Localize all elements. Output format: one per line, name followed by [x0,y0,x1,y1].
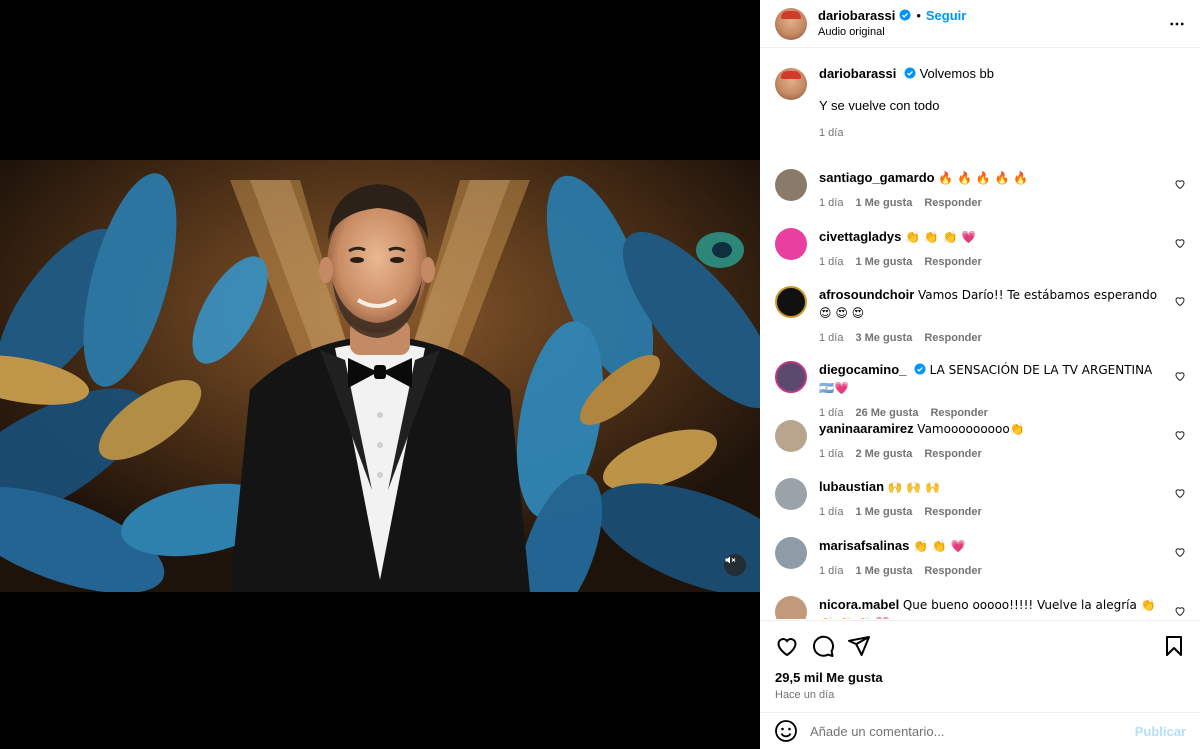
post-caption: dariobarassi Volvemos bb Y se vuelve con… [775,49,1186,142]
more-horizontal-icon[interactable] [1168,15,1186,33]
comment-likes[interactable]: 1 Me gusta [855,503,912,521]
comment-input[interactable] [810,723,1135,739]
comment-item: yaninaaramirez Vamooooooooo👏 1 día 2 Me … [775,411,1186,470]
video-still-illustration [0,160,760,592]
commenter-avatar[interactable] [775,595,807,619]
emoji-smile-icon[interactable] [774,719,798,743]
commenter-username[interactable]: civettagladys [819,229,901,244]
commenter-username[interactable]: lubaustian [819,479,884,494]
reply-button[interactable]: Responder [924,194,981,212]
mute-toggle-button[interactable] [724,554,746,576]
add-comment-bar: Publicar [760,712,1200,749]
muted-speaker-icon [725,556,736,564]
commenter-avatar[interactable] [775,286,807,319]
commenter-avatar[interactable] [775,478,807,511]
comment-text: Vamooooooooo👏 [917,421,1025,436]
separator-dot: • [916,7,921,23]
comment-likes[interactable]: 3 Me gusta [855,329,912,347]
caption-avatar[interactable] [775,68,807,100]
caption-text: Volvemos bb [919,66,995,81]
comment-text: 👏 👏 👏 💗 [905,229,977,244]
comment-text: 👏 👏 💗 [912,538,966,553]
commenter-avatar[interactable] [775,361,807,394]
comment-item: santiago_gamardo 🔥 🔥 🔥 🔥 🔥 1 día 1 Me gu… [775,160,1186,219]
follow-button[interactable]: Seguir [926,7,966,24]
comment-time[interactable]: 1 día [819,329,843,347]
comment-item: diegocamino_ LA SENSACIÓN DE LA TV ARGEN… [775,352,1186,419]
commenter-username[interactable]: marisafsalinas [819,538,909,553]
comment-time[interactable]: 1 día [819,445,843,463]
heart-icon[interactable] [775,634,799,658]
comment-item: marisafsalinas 👏 👏 💗 1 día 1 Me gusta Re… [775,528,1186,587]
commenter-username[interactable]: nicora.mabel [819,597,899,612]
reel-video[interactable] [0,160,760,592]
verified-badge-icon [904,67,916,79]
commenter-avatar[interactable] [775,419,807,452]
reply-button[interactable]: Responder [924,562,981,580]
comment-item: lubaustian 🙌 🙌 🙌 1 día 1 Me gusta Respon… [775,469,1186,528]
comment-item: afrosoundchoir Vamos Darío!! Te estábamo… [775,277,1186,352]
commenter-avatar[interactable] [775,536,807,569]
comment-time[interactable]: 1 día [819,503,843,521]
comment-like-heart-icon[interactable] [1174,605,1186,617]
comment-likes[interactable]: 2 Me gusta [855,445,912,463]
caption-extra-text: Y se vuelve con todo [819,98,940,113]
comment-like-heart-icon[interactable] [1174,370,1186,382]
commenter-avatar[interactable] [775,227,807,260]
comment-like-heart-icon[interactable] [1174,546,1186,558]
audio-label[interactable]: Audio original [818,24,966,41]
post-side-panel: dariobarassi • Seguir Audio original dar… [760,0,1200,749]
comments-list[interactable]: dariobarassi Volvemos bb Y se vuelve con… [760,49,1200,619]
publish-button[interactable]: Publicar [1135,724,1186,739]
reply-button[interactable]: Responder [924,253,981,271]
owner-avatar[interactable] [775,7,807,40]
comment-text: 🔥 🔥 🔥 🔥 🔥 [938,171,1029,185]
comment-like-heart-icon[interactable] [1174,178,1186,190]
reply-button[interactable]: Responder [924,445,981,463]
comment-item: nicora.mabel Que bueno ooooo!!!!! Vuelve… [775,587,1186,619]
owner-username[interactable]: dariobarassi [818,7,895,24]
comment-time[interactable]: 1 día [819,194,843,212]
media-pane [0,0,760,749]
comment-likes[interactable]: 1 Me gusta [855,562,912,580]
post-date[interactable]: Hace un día [775,689,1186,701]
bookmark-icon[interactable] [1162,634,1186,658]
comment-bubble-icon[interactable] [811,634,835,658]
comment-time[interactable]: 1 día [819,562,843,580]
commenter-username[interactable]: afrosoundchoir [819,287,914,302]
commenter-username[interactable]: yaninaaramirez [819,421,914,436]
comment-like-heart-icon[interactable] [1174,429,1186,441]
comment-like-heart-icon[interactable] [1174,295,1186,307]
comment-item: civettagladys 👏 👏 👏 💗 1 día 1 Me gusta R… [775,219,1186,278]
comment-like-heart-icon[interactable] [1174,487,1186,499]
send-icon[interactable] [847,634,871,658]
caption-username[interactable]: dariobarassi [819,66,896,81]
verified-badge-icon [899,9,911,21]
commenter-avatar[interactable] [775,169,807,201]
caption-time[interactable]: 1 día [819,124,843,142]
post-actions: 29,5 mil Me gusta Hace un día [760,620,1200,712]
reply-button[interactable]: Responder [924,329,981,347]
comment-likes[interactable]: 1 Me gusta [855,194,912,212]
post-header: dariobarassi • Seguir Audio original [760,0,1200,48]
commenter-username[interactable]: santiago_gamardo [819,170,935,185]
comment-time[interactable]: 1 día [819,253,843,271]
verified-badge-icon [914,363,926,375]
comment-likes[interactable]: 1 Me gusta [855,253,912,271]
reply-button[interactable]: Responder [924,503,981,521]
comment-like-heart-icon[interactable] [1174,237,1186,249]
likes-count[interactable]: 29,5 mil Me gusta [775,670,1186,685]
commenter-username[interactable]: diegocamino_ [819,362,906,377]
comment-text: 🙌 🙌 🙌 [887,480,941,495]
